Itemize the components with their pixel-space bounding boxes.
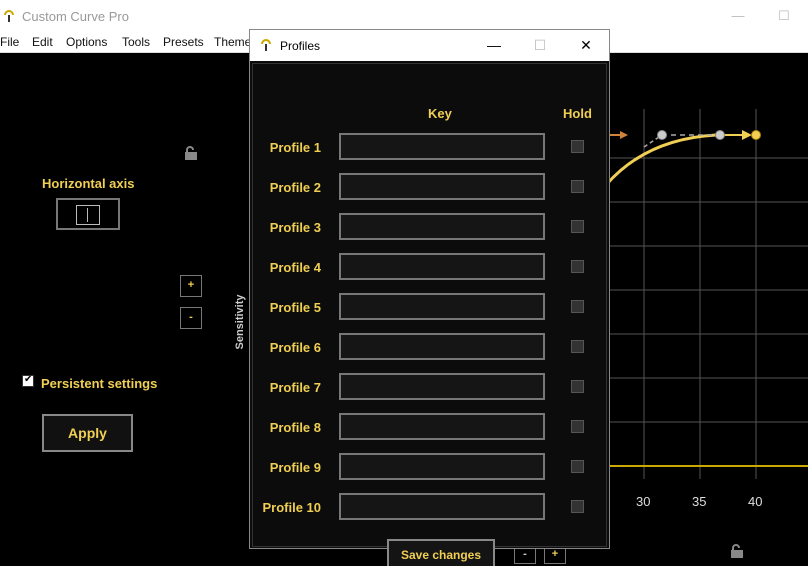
app-title: Custom Curve Pro (22, 9, 129, 24)
zoom-in-button[interactable]: + (180, 275, 202, 297)
horizontal-axis-toggle[interactable] (56, 198, 120, 230)
profile-1-label: Profile 1 (269, 140, 321, 155)
dialog-titlebar: Profiles — ☐ ✕ (250, 30, 609, 61)
x-tick-30: 30 (636, 494, 651, 509)
unlock-icon-bottom[interactable] (729, 543, 745, 559)
profile-3-hold-checkbox[interactable] (571, 220, 584, 233)
profiles-dialog: Profiles — ☐ ✕ Key Hold Profile 1 Profile… (249, 29, 610, 566)
menu-theme[interactable]: Theme (214, 35, 251, 49)
unlock-icon[interactable] (183, 145, 199, 161)
sensitivity-curve-chart[interactable] (606, 109, 808, 479)
horizontal-axis-label: Horizontal axis (42, 176, 135, 191)
chart-grid (606, 109, 808, 479)
profile-7-key-field[interactable] (339, 373, 545, 400)
profile-3-key-field[interactable] (339, 213, 545, 240)
profile-8-label: Profile 8 (269, 420, 321, 435)
control-point-2[interactable] (715, 130, 725, 140)
profile-8-hold-checkbox[interactable] (571, 420, 584, 433)
profile-2-hold-checkbox[interactable] (571, 180, 584, 193)
dialog-close-button[interactable]: ✕ (575, 35, 597, 55)
orange-arrow-icon (620, 131, 628, 139)
dialog-app-icon (261, 39, 271, 51)
profile-5-key-field[interactable] (339, 293, 545, 320)
end-point[interactable] (751, 130, 761, 140)
profile-9-label: Profile 9 (269, 460, 321, 475)
save-changes-button[interactable]: Save changes (387, 539, 495, 566)
profile-4-key-field[interactable] (339, 253, 545, 280)
profile-9-key-field[interactable] (339, 453, 545, 480)
profile-3-label: Profile 3 (269, 220, 321, 235)
profile-1-key-field[interactable] (339, 133, 545, 160)
pause-icon (76, 205, 100, 225)
profile-6-label: Profile 6 (269, 340, 321, 355)
profile-2-key-field[interactable] (339, 173, 545, 200)
control-point-1[interactable] (657, 130, 667, 140)
menu-presets[interactable]: Presets (163, 35, 204, 49)
profile-7-label: Profile 7 (269, 380, 321, 395)
key-column-header: Key (428, 106, 452, 121)
profile-2-label: Profile 2 (269, 180, 321, 195)
x-tick-35: 35 (692, 494, 707, 509)
profile-10-hold-checkbox[interactable] (571, 500, 584, 513)
menu-options[interactable]: Options (66, 35, 107, 49)
persistent-settings-checkbox[interactable] (22, 374, 34, 387)
main-minimize-button[interactable]: — (728, 6, 748, 26)
menu-file[interactable]: File (0, 35, 19, 49)
zoom-out-button[interactable]: - (180, 307, 202, 329)
menu-tools[interactable]: Tools (122, 35, 150, 49)
profile-7-hold-checkbox[interactable] (571, 380, 584, 393)
dialog-maximize-button: ☐ (533, 37, 547, 53)
profile-5-hold-checkbox[interactable] (571, 300, 584, 313)
main-maximize-button[interactable]: ☐ (774, 6, 794, 26)
dialog-title: Profiles (280, 39, 321, 53)
profile-10-label: Profile 10 (262, 500, 321, 515)
curve-arrow-icon (742, 130, 752, 140)
profile-5-label: Profile 5 (269, 300, 321, 315)
x-tick-40: 40 (748, 494, 763, 509)
profile-1-hold-checkbox[interactable] (571, 140, 584, 153)
persistent-settings-label: Persistent settings (41, 376, 158, 391)
profile-8-key-field[interactable] (339, 413, 545, 440)
main-titlebar: Custom Curve Pro — ☐ (0, 0, 808, 31)
app-logo-icon (4, 10, 14, 22)
dialog-body: Key Hold Profile 1 Profile 2 Profile 3 Prof… (252, 63, 607, 566)
menu-edit[interactable]: Edit (32, 35, 53, 49)
profile-4-label: Profile 4 (269, 260, 321, 275)
apply-button[interactable]: Apply (42, 414, 133, 452)
profile-6-hold-checkbox[interactable] (571, 340, 584, 353)
profile-4-hold-checkbox[interactable] (571, 260, 584, 273)
profile-10-key-field[interactable] (339, 493, 545, 520)
profile-9-hold-checkbox[interactable] (571, 460, 584, 473)
profile-6-key-field[interactable] (339, 333, 545, 360)
dialog-minimize-button[interactable]: — (483, 35, 505, 55)
y-axis-label: Sensitivity (234, 294, 246, 350)
hold-column-header: Hold (563, 106, 592, 121)
